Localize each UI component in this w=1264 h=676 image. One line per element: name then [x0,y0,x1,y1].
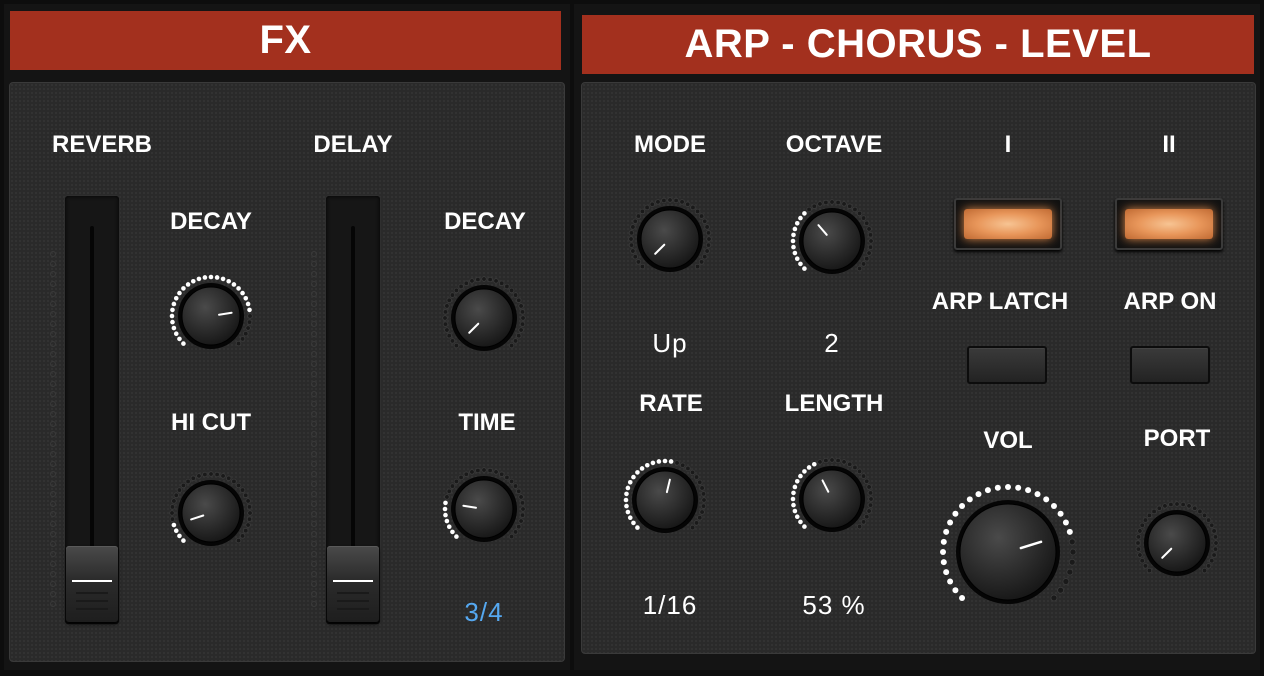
arp-title: ARP - CHORUS - LEVEL [684,22,1152,66]
arp-on-button[interactable] [1130,346,1210,384]
reverb-label: REVERB [51,131,153,158]
octave-label: OCTAVE [785,131,883,158]
delay-fader[interactable] [306,196,386,624]
delay-fader-slot [351,226,355,594]
delay-time-knob[interactable] [441,466,527,552]
vol-label: VOL [983,427,1033,454]
rate-knob[interactable] [622,457,708,543]
octave-value: 2 [824,328,840,358]
chorus-1-button[interactable] [954,198,1062,250]
port-knob[interactable] [1134,500,1220,586]
delay-fader-handle[interactable] [327,546,379,622]
length-label: LENGTH [784,390,884,417]
delay-decay-knob[interactable] [441,275,527,361]
chorus-2-lamp [1125,209,1213,239]
length-value: 53 % [802,590,866,620]
mode-value: Up [652,328,688,358]
arp-on-label: ARP ON [1123,288,1217,315]
mode-knob[interactable] [627,196,713,282]
vol-knob[interactable] [939,483,1077,621]
reverb-fader[interactable] [45,196,125,624]
chorus-1-lamp [964,209,1052,239]
arp-header: ARP - CHORUS - LEVEL [582,15,1254,74]
reverb-hi-cut-knob[interactable] [168,470,254,556]
mode-label: MODE [634,131,706,158]
arp-latch-button[interactable] [967,346,1047,384]
reverb-fader-slot [90,226,94,594]
fx-title: FX [259,18,312,62]
delay-label: DELAY [313,131,393,158]
chorus-2-label: II [1162,131,1176,158]
delay-fader-scale [311,251,319,611]
rate-label: RATE [639,390,703,417]
rate-value: 1/16 [642,590,698,620]
port-label: PORT [1143,425,1211,452]
length-knob[interactable] [789,456,875,542]
reverb-fader-scale [50,251,58,611]
octave-knob[interactable] [789,198,875,284]
reverb-decay-knob[interactable] [168,273,254,359]
reverb-decay-label: DECAY [170,208,252,235]
delay-time-value: 3/4 [464,597,504,627]
chorus-1-label: I [1004,131,1012,158]
chorus-2-button[interactable] [1115,198,1223,250]
delay-time-label: TIME [458,409,516,436]
reverb-hi-cut-label: HI CUT [171,409,251,436]
arp-latch-label: ARP LATCH [931,288,1069,315]
delay-decay-label: DECAY [444,208,526,235]
fx-header: FX [10,11,561,70]
reverb-fader-handle[interactable] [66,546,118,622]
